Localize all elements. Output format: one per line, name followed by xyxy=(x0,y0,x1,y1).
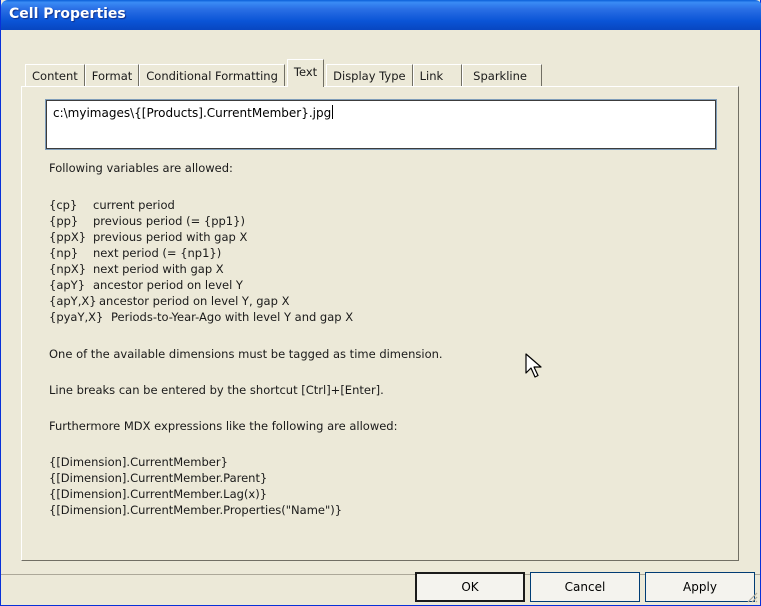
variable-name: {np} xyxy=(49,246,79,260)
mdx-example: {[Dimension].CurrentMember.Parent} xyxy=(49,471,268,485)
variable-name: {npX} xyxy=(49,262,87,276)
tab-format[interactable]: Format xyxy=(84,64,140,87)
variables-intro: Following variables are allowed: xyxy=(49,161,233,175)
tab-display-type[interactable]: Display Type xyxy=(326,64,413,87)
variable-name: {apY} xyxy=(49,278,86,292)
tab-conditional-formatting[interactable]: Conditional Formatting xyxy=(139,64,285,87)
window-title: Cell Properties xyxy=(9,6,126,22)
variable-name: {pp} xyxy=(49,214,79,228)
title-bar[interactable]: Cell Properties xyxy=(1,0,761,30)
text-expression-input[interactable]: c:\myimages\{[Products].CurrentMember}.j… xyxy=(45,99,717,150)
variable-name: {apY,X} xyxy=(49,294,97,308)
variable-name: {pyaY,X} xyxy=(49,310,104,324)
text-expression-value: c:\myimages\{[Products].CurrentMember}.j… xyxy=(53,106,332,120)
tab-text[interactable]: Text xyxy=(286,59,325,87)
text-caret xyxy=(332,105,334,119)
variable-desc: previous period with gap X xyxy=(93,230,248,244)
cell-properties-dialog: Cell Properties Content Format Condition… xyxy=(0,0,761,606)
line-break-note: Line breaks can be entered by the shortc… xyxy=(49,383,384,397)
tab-sparkline[interactable]: Sparkline xyxy=(462,64,542,87)
variable-desc: next period (= {np1}) xyxy=(93,246,222,260)
variable-desc: next period with gap X xyxy=(93,262,224,276)
apply-button[interactable]: Apply xyxy=(645,572,755,602)
variable-desc: ancestor period on level Y xyxy=(93,278,243,292)
mdx-example: {[Dimension].CurrentMember} xyxy=(49,455,228,469)
mdx-intro: Furthermore MDX expressions like the fol… xyxy=(49,419,398,433)
variable-name: {cp} xyxy=(49,198,78,212)
mouse-pointer-icon xyxy=(525,353,542,378)
tab-content[interactable]: Content xyxy=(25,64,85,87)
time-dimension-note: One of the available dimensions must be … xyxy=(49,347,443,361)
variable-desc: Periods-to-Year-Ago with level Y and gap… xyxy=(111,310,354,324)
cancel-button[interactable]: Cancel xyxy=(530,572,640,602)
tab-link[interactable]: Link xyxy=(412,64,463,87)
text-tab-panel: c:\myimages\{[Products].CurrentMember}.j… xyxy=(21,86,739,561)
variable-desc: previous period (= {pp1}) xyxy=(93,214,245,228)
variable-desc: current period xyxy=(93,198,175,212)
mdx-example: {[Dimension].CurrentMember.Lag(x)} xyxy=(49,487,268,501)
mdx-example: {[Dimension].CurrentMember.Properties("N… xyxy=(49,503,343,517)
variable-desc: ancestor period on level Y, gap X xyxy=(99,294,290,308)
size-grip-icon[interactable] xyxy=(746,591,758,603)
tab-strip: Content Format Conditional Formatting Te… xyxy=(25,59,542,87)
variable-name: {ppX} xyxy=(49,230,87,244)
ok-button[interactable]: OK xyxy=(415,572,525,602)
